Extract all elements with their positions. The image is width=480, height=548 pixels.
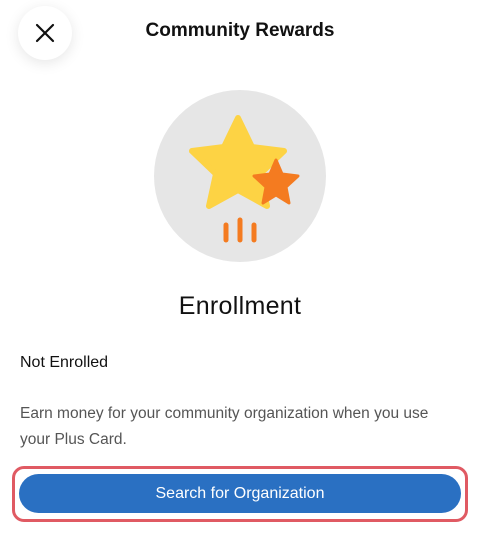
enrollment-heading: Enrollment	[178, 292, 302, 320]
rewards-illustration	[154, 90, 326, 262]
search-organization-button[interactable]: Search for Organization	[19, 474, 461, 513]
enrollment-status: Not Enrolled	[20, 354, 109, 371]
community-rewards-screen: Community Rewards Enrollment Not Enrolle…	[0, 0, 480, 548]
stars-icon	[189, 115, 300, 243]
enrollment-description: Earn money for your community organizati…	[20, 405, 429, 448]
page-title: Community Rewards	[145, 20, 335, 41]
